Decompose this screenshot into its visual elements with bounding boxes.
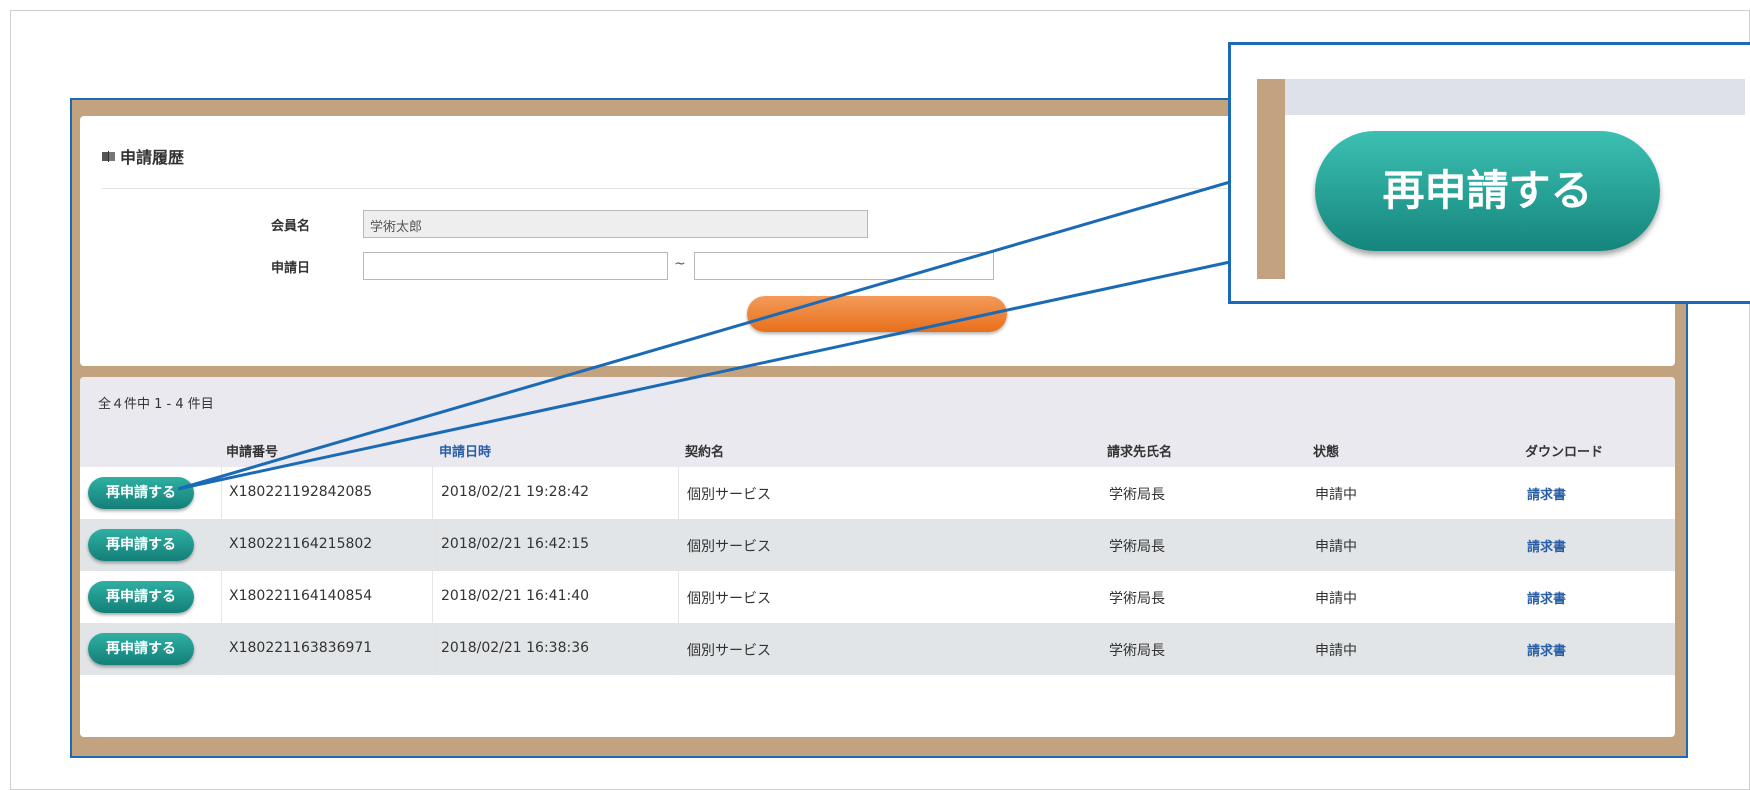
col-header-contract: 契約名 xyxy=(685,445,725,460)
row-datetime: 2018/02/21 16:38:36 xyxy=(441,640,590,656)
row-datetime: 2018/02/21 19:28:42 xyxy=(441,484,590,500)
row-billing-name: 学術局長 xyxy=(1109,487,1165,503)
table-row: 再申請する X180221192842085 2018/02/21 19:28:… xyxy=(80,467,1675,519)
invoice-download-link[interactable]: 請求書 xyxy=(1527,536,1566,555)
section-title: 申請履歴 xyxy=(102,144,184,168)
reapply-button[interactable]: 再申請する xyxy=(88,581,194,613)
col-header-status: 状態 xyxy=(1313,445,1340,460)
row-status: 申請中 xyxy=(1315,539,1357,555)
col-header-number: 申請番号 xyxy=(226,445,279,460)
invoice-download-link[interactable]: 請求書 xyxy=(1527,588,1566,607)
row-datetime: 2018/02/21 16:42:15 xyxy=(441,536,590,552)
results-header: 全４件中 1 - 4 件目 申請番号 申請日時 契約名 請求先氏名 状態 ダウン… xyxy=(80,377,1675,467)
col-header-billing-name: 請求先氏名 xyxy=(1107,445,1173,460)
row-number: X180221164140854 xyxy=(229,588,373,604)
row-number: X180221163836971 xyxy=(229,640,373,656)
zoom-header-bar xyxy=(1285,79,1745,115)
zoomed-reapply-button: 再申請する xyxy=(1315,131,1660,251)
row-contract: 個別サービス xyxy=(687,643,771,659)
invoice-download-link[interactable]: 請求書 xyxy=(1527,484,1566,503)
row-number: X180221192842085 xyxy=(229,484,373,500)
search-button[interactable] xyxy=(747,296,1007,332)
section-title-text: 申請履歴 xyxy=(120,148,185,167)
row-billing-name: 学術局長 xyxy=(1109,643,1165,659)
row-billing-name: 学術局長 xyxy=(1109,591,1165,607)
table-row: 再申請する X180221164215802 2018/02/21 16:42:… xyxy=(80,519,1675,571)
member-name-field: 学術太郎 xyxy=(363,210,868,238)
row-datetime: 2018/02/21 16:41:40 xyxy=(441,588,590,604)
row-status: 申請中 xyxy=(1315,643,1357,659)
invoice-download-link[interactable]: 請求書 xyxy=(1527,640,1566,659)
zoom-frame-strip xyxy=(1257,79,1285,279)
reapply-button[interactable]: 再申請する xyxy=(88,477,194,509)
table-row: 再申請する X180221163836971 2018/02/21 16:38:… xyxy=(80,623,1675,675)
row-number: X180221164215802 xyxy=(229,536,373,552)
row-status: 申請中 xyxy=(1315,487,1357,503)
apply-date-to-input[interactable] xyxy=(694,252,994,280)
date-range-separator: ~ xyxy=(674,256,686,272)
apply-date-label: 申請日 xyxy=(270,261,310,276)
col-header-datetime[interactable]: 申請日時 xyxy=(439,441,491,460)
row-contract: 個別サービス xyxy=(687,539,771,555)
row-status: 申請中 xyxy=(1315,591,1357,607)
member-name-label: 会員名 xyxy=(270,219,310,234)
row-contract: 個別サービス xyxy=(687,487,771,503)
zoom-callout: 再申請する xyxy=(1228,42,1750,304)
result-count: 全４件中 1 - 4 件目 xyxy=(98,397,214,412)
book-icon xyxy=(102,150,115,162)
results-panel: 全４件中 1 - 4 件目 申請番号 申請日時 契約名 請求先氏名 状態 ダウン… xyxy=(80,377,1675,737)
reapply-button[interactable]: 再申請する xyxy=(88,633,194,665)
row-billing-name: 学術局長 xyxy=(1109,539,1165,555)
col-header-download: ダウンロード xyxy=(1525,445,1604,460)
row-contract: 個別サービス xyxy=(687,591,771,607)
reapply-button[interactable]: 再申請する xyxy=(88,529,194,561)
apply-date-from-input[interactable] xyxy=(363,252,668,280)
table-row: 再申請する X180221164140854 2018/02/21 16:41:… xyxy=(80,571,1675,623)
